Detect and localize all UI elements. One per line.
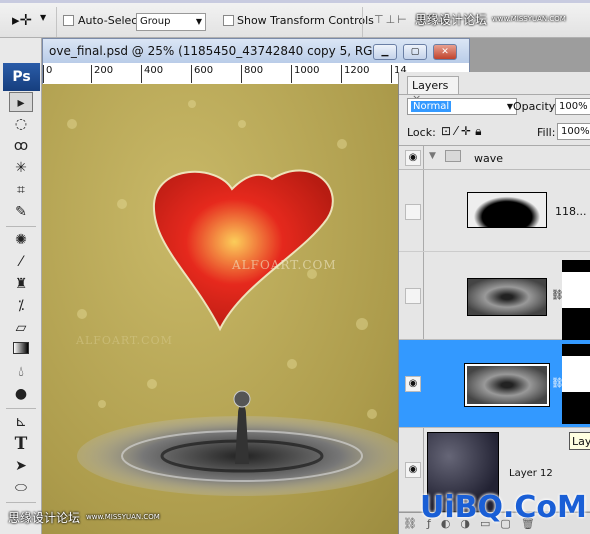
tab-layers[interactable]: Layers × xyxy=(407,76,459,105)
close-button[interactable]: ✕ xyxy=(433,44,457,60)
canvas-watermark: ALFOART.COM xyxy=(76,334,173,347)
crop-tool-icon[interactable]: ⌗ xyxy=(9,180,33,200)
layer-row-selected[interactable]: ◉ ⛓ xyxy=(399,340,590,428)
brush-tool-icon[interactable]: ⁄ xyxy=(9,252,33,272)
healing-brush-tool-icon[interactable]: ✺ xyxy=(9,230,33,250)
heart xyxy=(152,169,334,332)
layer-thumbnail xyxy=(467,278,547,316)
document-title: ove_final.psd @ 25% (1185450_43742840 co… xyxy=(49,44,398,58)
ps-logo: Ps xyxy=(3,63,40,91)
layer-name: wave xyxy=(474,152,504,165)
move-tool-icon[interactable]: ▸ xyxy=(9,92,33,112)
history-brush-tool-icon[interactable]: ⁒ xyxy=(9,296,33,316)
water-column xyxy=(235,405,249,464)
layer-thumbnail xyxy=(467,192,547,228)
eyedropper-tool-icon[interactable]: ✎ xyxy=(9,202,33,222)
blend-mode-dropdown[interactable]: Normal ▼ xyxy=(407,98,517,115)
disclosure-triangle-icon[interactable]: ▼ xyxy=(429,151,436,161)
opacity-input[interactable]: 100% xyxy=(555,98,590,115)
eye-hidden-icon[interactable] xyxy=(405,288,421,304)
magic-wand-tool-icon[interactable]: ✳ xyxy=(9,158,33,178)
type-tool-icon[interactable]: T xyxy=(9,434,33,454)
layer-mask-thumbnail[interactable] xyxy=(562,344,590,424)
layer-row[interactable]: ⛓ xyxy=(399,252,590,340)
ruler-tick: 600 xyxy=(191,65,213,83)
layer-name: Layer 12 xyxy=(509,468,553,479)
ruler-tick: 1200 xyxy=(341,65,369,83)
shape-tool-icon[interactable]: ⬭ xyxy=(9,478,33,498)
lasso-tool-icon[interactable]: ꝏ xyxy=(9,136,33,156)
document-title-bar[interactable]: ove_final.psd @ 25% (1185450_43742840 co… xyxy=(43,39,469,63)
show-transform-label: Show Transform Controls xyxy=(237,14,374,27)
gradient-tool-icon[interactable] xyxy=(9,340,33,360)
eye-icon[interactable]: ◉ xyxy=(405,462,421,478)
eye-hidden-icon[interactable] xyxy=(405,204,421,220)
ruler-tick: 0 xyxy=(43,65,52,83)
opacity-label: Opacity: xyxy=(513,100,559,113)
tab-label: Layers xyxy=(412,79,449,92)
auto-select-value: Group xyxy=(140,16,171,27)
layer-name: 118... xyxy=(555,205,587,218)
blur-tool-icon[interactable]: 💧︎ xyxy=(9,362,33,382)
ruler-tick: 400 xyxy=(141,65,163,83)
fill-label: Fill: xyxy=(537,126,556,139)
ruler-tick: 800 xyxy=(241,65,263,83)
eraser-tool-icon[interactable]: ▱ xyxy=(9,318,33,338)
canvas-watermark: ALFOART.COM xyxy=(232,258,337,272)
canvas[interactable]: ALFOART.COM ALFOART.COM xyxy=(42,84,398,534)
pen-tool-icon[interactable]: ⊾ xyxy=(9,412,33,432)
tooltip: Lay xyxy=(569,432,590,450)
blend-mode-value: Normal xyxy=(411,101,452,112)
eye-icon[interactable]: ◉ xyxy=(405,376,421,392)
layer-row[interactable]: 118... xyxy=(399,170,590,252)
artwork xyxy=(67,100,398,496)
eye-icon[interactable]: ◉ xyxy=(405,150,421,166)
marquee-tool-icon[interactable]: ◌ xyxy=(9,114,33,134)
maximize-button[interactable]: ▢ xyxy=(403,44,427,60)
auto-select-dropdown[interactable]: Group ▼ xyxy=(136,13,206,31)
brand-watermark: UiBQ.CoM xyxy=(420,490,587,525)
watermark-top-url: www.MISSYUAN.COM xyxy=(492,15,566,23)
clone-stamp-tool-icon[interactable]: ♜ xyxy=(9,274,33,294)
watermark-top: 思缘设计论坛 xyxy=(415,13,488,27)
fill-input[interactable]: 100% xyxy=(557,123,590,140)
show-transform-checkbox[interactable] xyxy=(223,15,234,26)
move-tool-icon[interactable]: ▸✛ xyxy=(12,11,32,29)
path-selection-tool-icon[interactable]: ➤ xyxy=(9,456,33,476)
layers-panel: Layers × Normal▼ Opacity: 100% Lock: ⊡⁄✛… xyxy=(398,72,590,534)
layer-thumbnail xyxy=(464,363,550,407)
options-bar: ▸✛ ▼ Auto-Select: Group ▼ Show Transform … xyxy=(0,0,590,38)
watermark-bottom-url: www.MISSYUAN.COM xyxy=(86,513,160,521)
dodge-tool-icon[interactable]: ● xyxy=(9,384,33,404)
ruler-tick: 200 xyxy=(91,65,113,83)
tool-preset-chevron-icon[interactable]: ▼ xyxy=(40,13,46,22)
folder-icon xyxy=(445,150,461,162)
lock-icons[interactable]: ⊡⁄✛🔒︎ xyxy=(441,124,486,139)
ruler-tick: 1000 xyxy=(291,65,319,83)
minimize-button[interactable]: ▁ xyxy=(373,44,397,60)
watermark-bottom: 思缘设计论坛 xyxy=(8,511,81,525)
layer-mask-thumbnail[interactable] xyxy=(562,260,590,340)
chevron-down-icon: ▼ xyxy=(195,17,202,26)
toolbox: Ps ▸ ◌ ꝏ ✳ ⌗ ✎ ✺ ⁄ ♜ ⁒ ▱ 💧︎ ● ⊾ T ➤ ⬭ xyxy=(0,38,42,534)
auto-select-checkbox[interactable] xyxy=(63,15,74,26)
layer-row-group[interactable]: ◉ ▼ wave xyxy=(399,146,590,170)
lock-label: Lock: xyxy=(407,126,436,139)
